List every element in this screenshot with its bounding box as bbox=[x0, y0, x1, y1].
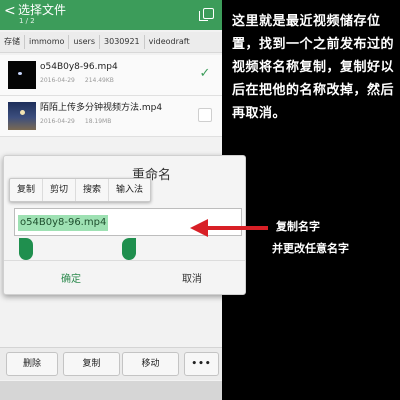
text-context-menu: 复制 剪切 搜索 输入法 bbox=[9, 178, 152, 202]
selection-handle-left[interactable] bbox=[19, 238, 33, 260]
selection-handle-right[interactable] bbox=[122, 238, 136, 260]
context-copy[interactable]: 复制 bbox=[10, 179, 44, 201]
annotation-line: 复制名字 bbox=[276, 220, 320, 233]
file-date: 2016-04-29 bbox=[40, 118, 75, 125]
divider bbox=[4, 260, 245, 261]
red-arrow-icon bbox=[190, 219, 268, 237]
bottom-strip bbox=[0, 381, 222, 400]
title-bar: < 选择文件 1 / 2 bbox=[0, 0, 222, 30]
breadcrumb-item[interactable]: users bbox=[69, 35, 101, 49]
breadcrumb-item[interactable]: 3030921 bbox=[100, 35, 145, 49]
confirm-button[interactable]: 确定 bbox=[61, 270, 81, 285]
breadcrumb: 存储 immomo users 3030921 videodraft bbox=[0, 32, 222, 53]
copy-icon[interactable] bbox=[199, 8, 214, 21]
copy-button[interactable]: 复制 bbox=[63, 352, 120, 376]
cancel-button[interactable]: 取消 bbox=[182, 270, 202, 285]
back-icon[interactable]: < bbox=[4, 4, 16, 18]
file-row[interactable]: o54B0y8-96.mp4 2016-04-29 214.49KB ✓ bbox=[0, 55, 222, 96]
more-button[interactable]: ••• bbox=[184, 352, 219, 376]
file-meta: 2016-04-29 214.49KB bbox=[40, 77, 114, 85]
context-cut[interactable]: 剪切 bbox=[43, 179, 77, 201]
move-button[interactable]: 移动 bbox=[122, 352, 179, 376]
checkbox-unchecked[interactable] bbox=[198, 108, 212, 122]
file-row[interactable]: 陌陌上传多分钟视频方法.mp4 2016-04-29 18.19MB bbox=[0, 96, 222, 137]
page-counter: 1 / 2 bbox=[19, 17, 35, 25]
side-annotation: 复制名字 并更改任意名字 bbox=[272, 216, 397, 260]
file-meta: 2016-04-29 18.19MB bbox=[40, 118, 111, 126]
breadcrumb-item[interactable]: 存储 bbox=[0, 35, 25, 49]
file-size: 18.19MB bbox=[84, 118, 112, 125]
video-thumbnail bbox=[8, 61, 36, 89]
selected-text[interactable]: o54B0y8-96.mp4 bbox=[18, 215, 109, 231]
bottom-toolbar: 删除 复制 移动 ••• bbox=[0, 347, 222, 380]
file-size: 214.49KB bbox=[84, 77, 114, 84]
breadcrumb-item[interactable]: immomo bbox=[25, 35, 70, 49]
file-date: 2016-04-29 bbox=[40, 77, 75, 84]
file-name: o54B0y8-96.mp4 bbox=[40, 62, 118, 72]
checkbox-checked[interactable]: ✓ bbox=[198, 67, 212, 81]
page-title: 选择文件 bbox=[18, 3, 67, 17]
delete-button[interactable]: 删除 bbox=[6, 352, 58, 376]
context-search[interactable]: 搜索 bbox=[76, 179, 110, 201]
breadcrumb-item[interactable]: videodraft bbox=[145, 35, 194, 49]
annotation-line: 并更改任意名字 bbox=[272, 242, 349, 255]
video-thumbnail bbox=[8, 102, 36, 130]
file-name: 陌陌上传多分钟视频方法.mp4 bbox=[40, 103, 163, 113]
context-input-method[interactable]: 输入法 bbox=[109, 179, 150, 201]
instruction-text: 这里就是最近视频储存位置，找到一个之前发布过的视频将名称复制，复制好以后在把他的… bbox=[232, 14, 395, 121]
